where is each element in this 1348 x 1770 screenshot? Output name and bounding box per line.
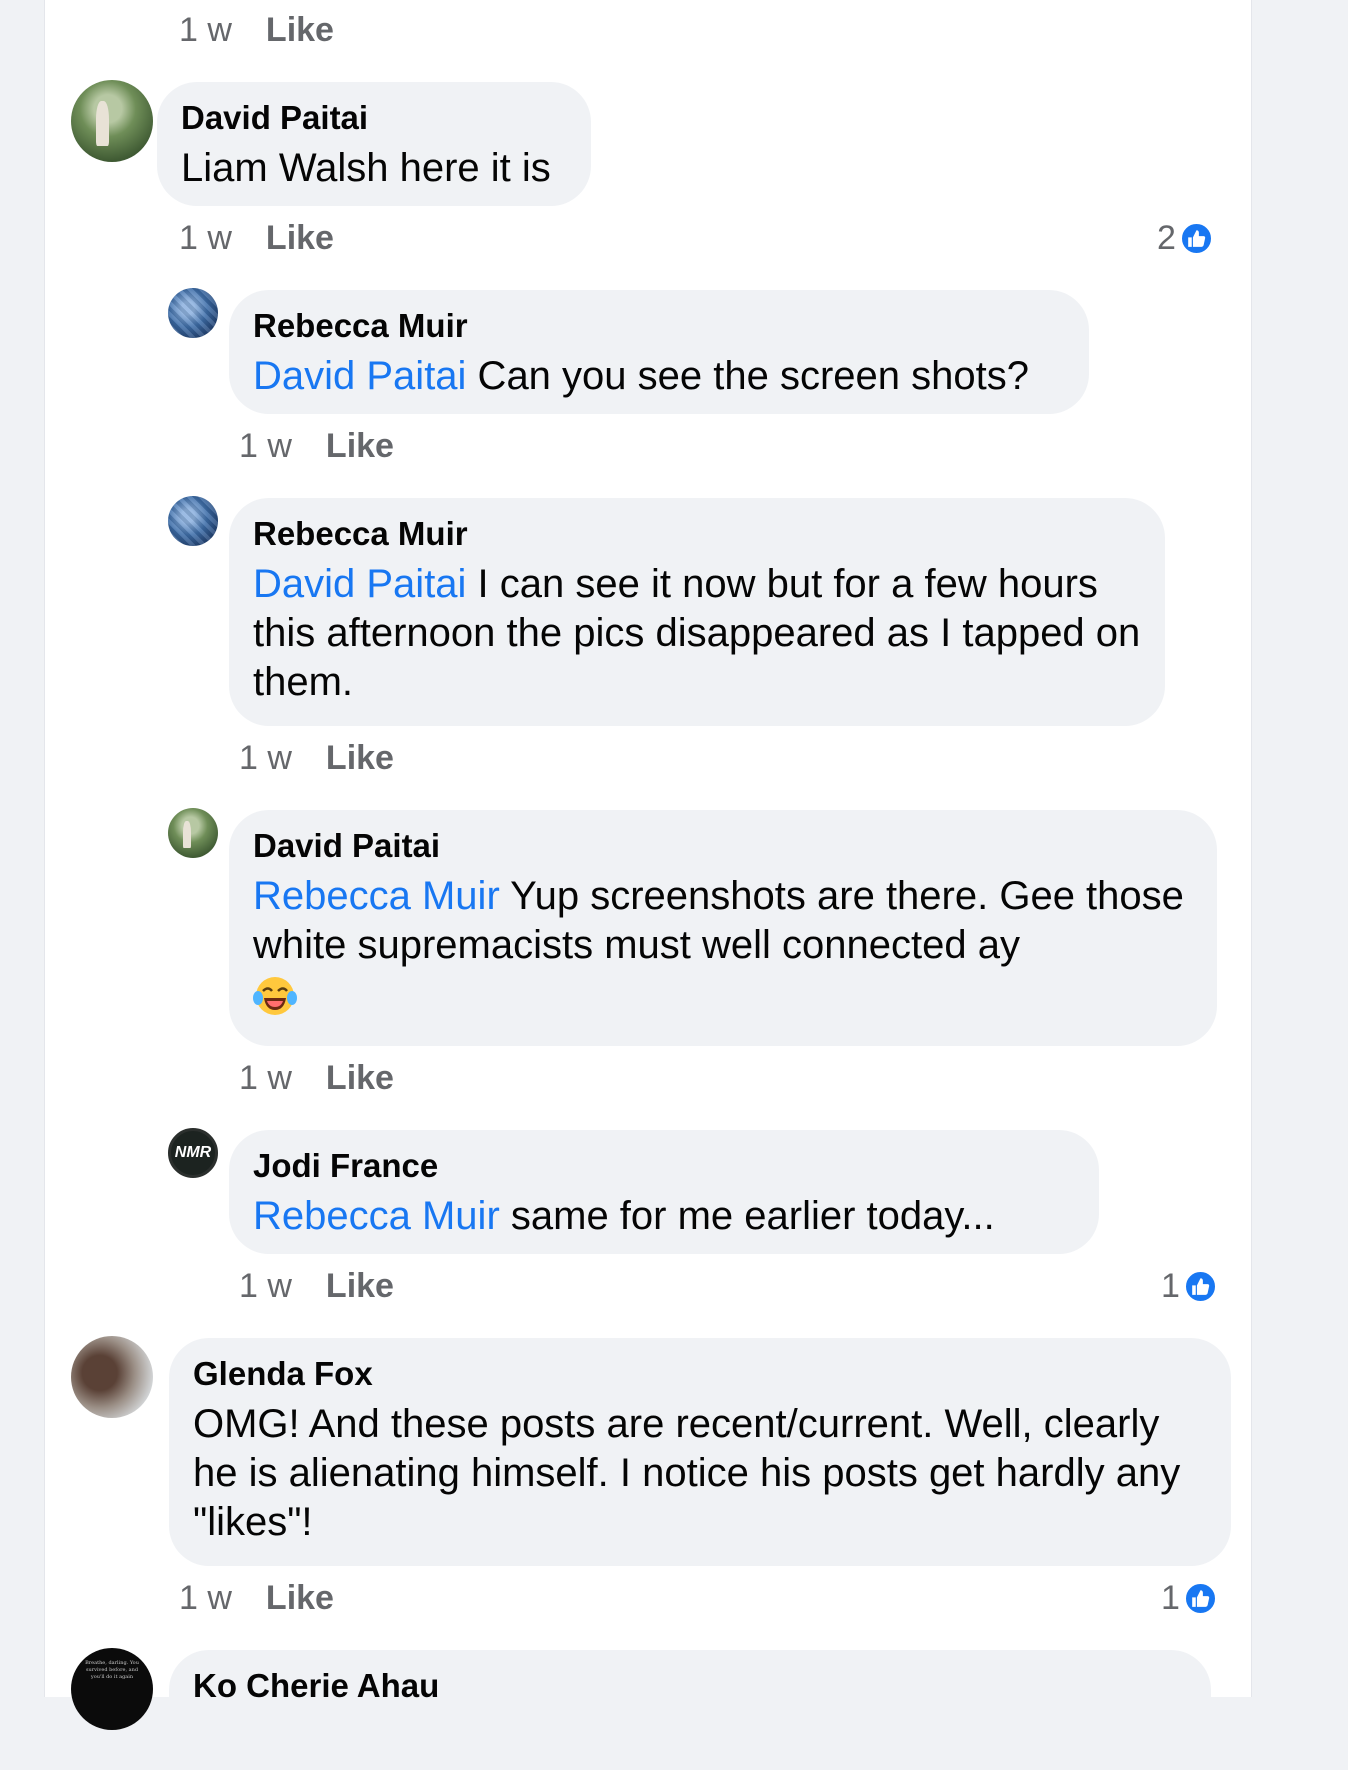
comment-author[interactable]: David Paitai: [253, 828, 1193, 864]
comment-text: Rebecca Muir Yup screenshots are there. …: [253, 872, 1193, 1019]
comment-meta: 1 w Like: [239, 738, 394, 778]
like-button[interactable]: Like: [266, 1579, 334, 1618]
avatar[interactable]: [168, 288, 218, 338]
comment-author[interactable]: Rebecca Muir: [253, 516, 1141, 552]
thumbs-up-icon: [1183, 1269, 1217, 1303]
like-button[interactable]: Like: [326, 1267, 394, 1306]
comment-meta: 1 w Like: [179, 218, 334, 258]
comment-bubble: Rebecca Muir David Paitai Can you see th…: [229, 290, 1089, 414]
reaction-count-number: 2: [1157, 218, 1176, 257]
reaction-count[interactable]: 2: [1157, 218, 1213, 258]
comment-bubble: Ko Cherie Ahau: [169, 1650, 1211, 1770]
mention-link[interactable]: David Paitai: [253, 354, 466, 398]
comment-time[interactable]: 1 w: [239, 1267, 292, 1306]
comment-time[interactable]: 1 w: [239, 739, 292, 778]
mention-link[interactable]: Rebecca Muir: [253, 1194, 500, 1238]
reaction-count-number: 1: [1161, 1266, 1180, 1305]
comment-body: same for me earlier today...: [499, 1194, 995, 1238]
comment-thread: 1 w Like David Paitai Liam Walsh here it…: [44, 0, 1252, 1770]
comment-author[interactable]: Glenda Fox: [193, 1356, 1207, 1392]
comment-bubble: Rebecca Muir David Paitai I can see it n…: [229, 498, 1165, 726]
comment-text: David Paitai I can see it now but for a …: [253, 560, 1141, 707]
avatar[interactable]: [71, 1336, 153, 1418]
comment-text: Liam Walsh here it is: [181, 146, 551, 190]
avatar[interactable]: [168, 808, 218, 858]
comment-time[interactable]: 1 w: [179, 219, 232, 258]
comment-text: OMG! And these posts are recent/current.…: [193, 1402, 1181, 1544]
like-button[interactable]: Like: [326, 1059, 394, 1098]
thumbs-up-icon: [1179, 221, 1213, 255]
comment-meta: 1 w Like: [239, 1058, 394, 1098]
comment-bubble: Glenda Fox OMG! And these posts are rece…: [169, 1338, 1231, 1566]
thumbs-up-icon: [1183, 1581, 1217, 1615]
like-button[interactable]: Like: [266, 11, 334, 50]
reaction-count[interactable]: 1: [1161, 1266, 1217, 1306]
laughing-tears-emoji: [253, 977, 297, 1016]
avatar[interactable]: [168, 496, 218, 546]
mention-link[interactable]: Rebecca Muir: [253, 874, 500, 918]
comment-meta: 1 w Like: [179, 1578, 334, 1618]
like-button[interactable]: Like: [326, 739, 394, 778]
avatar-quote-text: Breathe, darling. You survived before, a…: [85, 1660, 139, 1680]
reaction-count[interactable]: 1: [1161, 1578, 1217, 1618]
comment-text: Rebecca Muir same for me earlier today..…: [253, 1192, 1075, 1241]
avatar[interactable]: Breathe, darling. You survived before, a…: [71, 1648, 153, 1730]
comment-body: Can you see the screen shots?: [466, 354, 1029, 398]
mention-link[interactable]: David Paitai: [253, 562, 466, 606]
avatar-logo-text: NMR: [174, 1144, 212, 1161]
like-button[interactable]: Like: [266, 219, 334, 258]
avatar[interactable]: [71, 80, 153, 162]
comment-author[interactable]: Rebecca Muir: [253, 308, 1065, 344]
comment-author[interactable]: Ko Cherie Ahau: [193, 1668, 1187, 1704]
comment-time[interactable]: 1 w: [239, 1059, 292, 1098]
comment-time[interactable]: 1 w: [179, 1579, 232, 1618]
comment-bubble: David Paitai Rebecca Muir Yup screenshot…: [229, 810, 1217, 1046]
comment-time[interactable]: 1 w: [239, 427, 292, 466]
comment-author[interactable]: Jodi France: [253, 1148, 1075, 1184]
comment-bubble: David Paitai Liam Walsh here it is: [157, 82, 591, 206]
avatar[interactable]: NMR: [168, 1128, 218, 1178]
comment-bubble: Jodi France Rebecca Muir same for me ear…: [229, 1130, 1099, 1254]
comment-meta: 1 w Like: [239, 426, 394, 466]
like-button[interactable]: Like: [326, 427, 394, 466]
comment-meta: 1 w Like: [179, 10, 334, 50]
comment-meta: 1 w Like: [239, 1266, 394, 1306]
comment-author[interactable]: David Paitai: [181, 100, 567, 136]
comment-time[interactable]: 1 w: [179, 11, 232, 50]
reaction-count-number: 1: [1161, 1578, 1180, 1617]
comment-text: David Paitai Can you see the screen shot…: [253, 352, 1065, 401]
